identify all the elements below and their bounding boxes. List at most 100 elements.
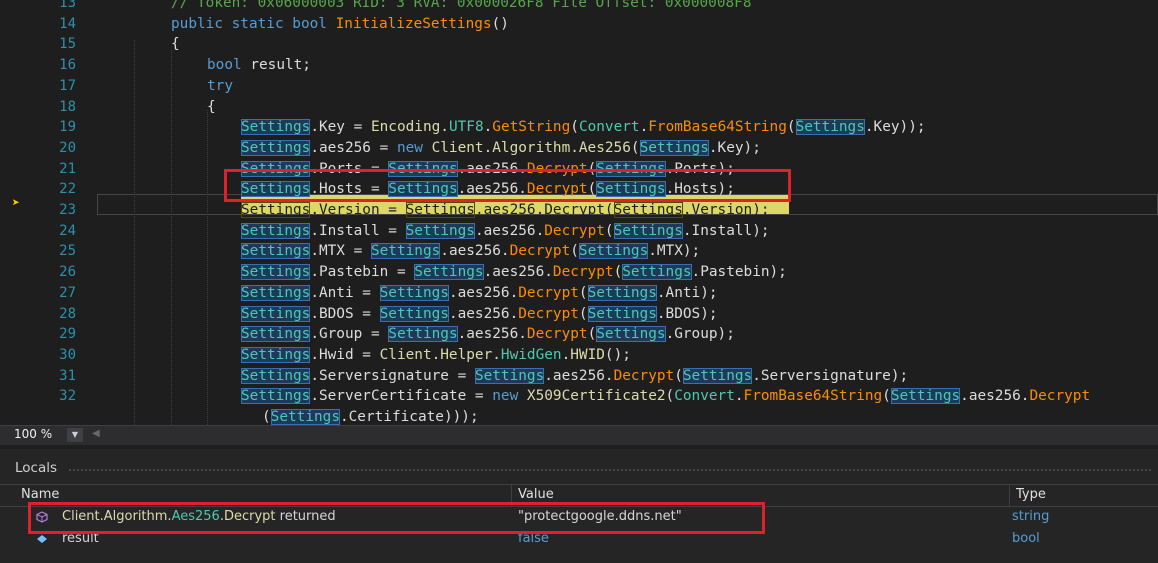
code-token: .Serversignature); bbox=[752, 367, 909, 384]
static-type-token: Settings bbox=[405, 222, 475, 239]
line-number: 25 bbox=[59, 243, 76, 260]
line-number: 28 bbox=[59, 305, 76, 322]
code-line[interactable]: 23 Settings.Version = Settings.aes256.Dec… bbox=[0, 200, 1158, 221]
code-line[interactable]: 16 bool result; bbox=[0, 55, 1158, 76]
code-line[interactable]: 13 // Token: 0x06000003 RID: 3 RVA: 0x000… bbox=[0, 0, 1158, 14]
code-token: HWID bbox=[570, 346, 605, 363]
code-text: Settings.BDOS = Settings.aes256.Decrypt(… bbox=[241, 304, 718, 325]
code-line[interactable]: 30 Settings.Hwid = Client.Helper.HwidGen.… bbox=[0, 345, 1158, 366]
code-token: ( bbox=[578, 305, 588, 322]
code-token: . bbox=[440, 119, 449, 136]
code-token: .Install = bbox=[310, 222, 406, 239]
code-line[interactable]: 15 { bbox=[0, 34, 1158, 55]
code-line[interactable]: 29 Settings.Group = Settings.aes256.Decry… bbox=[0, 324, 1158, 345]
static-type-token: Settings bbox=[474, 367, 545, 384]
line-number: 16 bbox=[59, 57, 76, 74]
code-line[interactable]: 14 public static bool InitializeSettings(… bbox=[0, 14, 1158, 35]
highlight-box-returned-value bbox=[28, 502, 765, 534]
code-text: public static bool InitializeSettings() bbox=[171, 14, 509, 35]
zoom-level[interactable]: 100 % bbox=[14, 427, 52, 441]
code-editor[interactable]: 13 // Token: 0x06000003 RID: 3 RVA: 0x000… bbox=[0, 0, 1158, 425]
code-line[interactable]: 32 Settings.ServerCertificate = new X509C… bbox=[0, 386, 1158, 407]
code-token: GetString bbox=[492, 119, 571, 136]
code-text: Settings.Key = Encoding.UTF8.GetString(C… bbox=[241, 117, 926, 138]
code-token: Convert bbox=[578, 119, 640, 136]
code-token: // Token: 0x06000003 RID: 3 RVA: 0x00002… bbox=[171, 0, 752, 11]
code-line[interactable]: 31 Settings.Serversignature = Settings.ae… bbox=[0, 366, 1158, 387]
code-line[interactable]: 17 try bbox=[0, 76, 1158, 97]
code-token: Decrypt bbox=[526, 326, 588, 343]
code-token: Decrypt bbox=[1029, 388, 1091, 405]
highlight-box-hosts-line bbox=[224, 169, 791, 202]
static-type-token: Settings bbox=[639, 139, 709, 156]
column-header-value[interactable]: Value bbox=[518, 487, 554, 502]
code-token: HwidGen bbox=[500, 346, 562, 363]
code-token: ( bbox=[570, 243, 579, 260]
code-line[interactable]: 25 Settings.MTX = Settings.aes256.Decrypt… bbox=[0, 241, 1158, 262]
code-token: result; bbox=[250, 57, 311, 74]
line-number: 21 bbox=[59, 160, 76, 177]
line-number: 24 bbox=[59, 222, 76, 239]
static-type-token: Settings bbox=[241, 222, 311, 239]
code-token: X509Certificate2 bbox=[526, 388, 666, 405]
code-line[interactable]: 18 { bbox=[0, 97, 1158, 118]
code-token: Decrypt bbox=[552, 264, 614, 281]
code-token: .Hwid = bbox=[310, 346, 380, 363]
line-number: 18 bbox=[59, 98, 76, 115]
code-text: Settings.aes256 = new Client.Algorithm.A… bbox=[241, 138, 761, 159]
code-token: { bbox=[207, 98, 216, 115]
code-line[interactable]: 27 Settings.Anti = Settings.aes256.Decryp… bbox=[0, 283, 1158, 304]
code-token: ( bbox=[882, 388, 891, 405]
code-line[interactable]: 24 Settings.Install = Settings.aes256.Dec… bbox=[0, 221, 1158, 242]
code-token: Decrypt bbox=[509, 243, 571, 260]
code-token: . bbox=[483, 119, 493, 136]
panel-title: Locals bbox=[15, 460, 58, 476]
local-variable-icon bbox=[37, 535, 47, 543]
code-token: try bbox=[207, 77, 233, 94]
code-token: { bbox=[171, 36, 180, 53]
execution-pointer-icon[interactable]: ➤ bbox=[12, 197, 26, 211]
code-line[interactable]: 20 Settings.aes256 = new Client.Algorithm… bbox=[0, 138, 1158, 159]
code-token: Client.Algorithm.Aes256 bbox=[431, 139, 631, 156]
static-type-token: Settings bbox=[270, 409, 340, 425]
code-line[interactable]: 28 Settings.BDOS = Settings.aes256.Decryp… bbox=[0, 304, 1158, 325]
static-type-token: Settings bbox=[241, 284, 311, 301]
code-token: new bbox=[396, 139, 432, 156]
local-type: string bbox=[1012, 509, 1050, 524]
indent-guide bbox=[134, 40, 135, 425]
static-type-token: Settings bbox=[379, 284, 449, 301]
line-number: 14 bbox=[59, 15, 76, 32]
panel-grip[interactable] bbox=[68, 468, 1153, 472]
code-token: ( bbox=[674, 367, 683, 384]
code-line[interactable]: 19 Settings.Key = Encoding.UTF8.GetString… bbox=[0, 117, 1158, 138]
code-text: Settings.Hwid = Client.Helper.HwidGen.HW… bbox=[241, 345, 631, 366]
code-token: .Pastebin); bbox=[691, 264, 787, 281]
code-token: . bbox=[734, 388, 744, 405]
column-divider[interactable] bbox=[1009, 485, 1010, 506]
static-type-token: Settings bbox=[890, 388, 961, 405]
code-token: Convert bbox=[674, 388, 735, 405]
static-type-token: Settings bbox=[241, 367, 311, 384]
static-type-token: Settings bbox=[622, 264, 692, 281]
code-token: .aes256. bbox=[474, 222, 545, 239]
column-header-type[interactable]: Type bbox=[1016, 487, 1046, 502]
line-number: 32 bbox=[59, 388, 76, 405]
code-text: Settings.Anti = Settings.aes256.Decrypt(… bbox=[241, 283, 718, 304]
zoom-bar: 100 % ▼ ◀ bbox=[0, 425, 1158, 445]
column-header-name[interactable]: Name bbox=[21, 487, 59, 502]
code-token: FromBase64String bbox=[743, 388, 883, 405]
indent-guide bbox=[171, 50, 172, 425]
code-token: . bbox=[561, 346, 571, 363]
scroll-left-icon[interactable]: ◀ bbox=[92, 428, 100, 439]
code-line[interactable]: (Settings.Certificate))); bbox=[0, 407, 1158, 425]
code-token: bool bbox=[207, 57, 251, 74]
code-text: Settings.MTX = Settings.aes256.Decrypt(S… bbox=[241, 241, 700, 262]
code-token: .Anti = bbox=[310, 284, 380, 301]
code-line[interactable]: 26 Settings.Pastebin = Settings.aes256.De… bbox=[0, 262, 1158, 283]
indent-guide bbox=[207, 110, 208, 425]
code-token: ( bbox=[630, 139, 640, 156]
code-token: Decrypt bbox=[613, 367, 675, 384]
code-token: .aes256. bbox=[448, 284, 519, 301]
code-token: ( bbox=[262, 409, 271, 425]
zoom-dropdown-icon[interactable]: ▼ bbox=[67, 428, 83, 442]
